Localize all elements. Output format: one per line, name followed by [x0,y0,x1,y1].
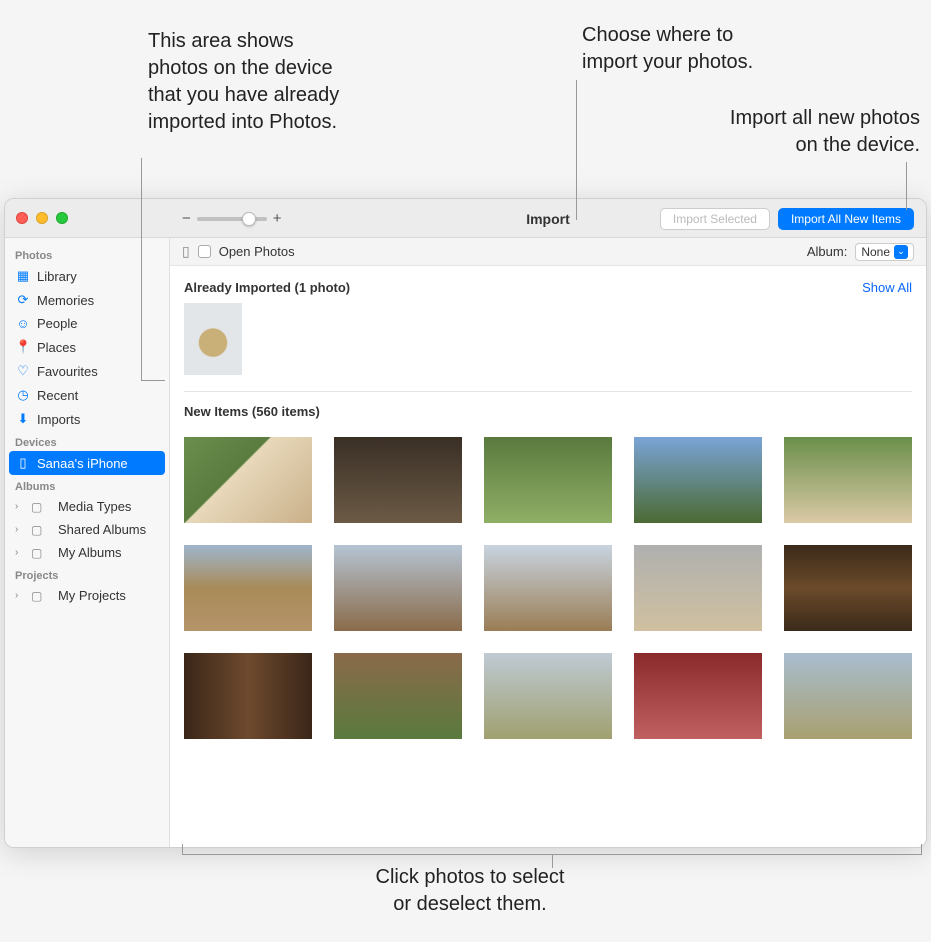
chevron-down-icon: ⌄ [894,245,908,259]
photo-thumb[interactable] [634,437,762,523]
sidebar-item-label: Imports [37,412,80,427]
chevron-right-icon: › [15,590,23,601]
sidebar-item-library[interactable]: ▦ Library [5,264,169,288]
zoom-out-icon[interactable]: − [182,210,191,227]
folder-icon: ▢ [31,546,42,560]
sidebar-item-mediatypes[interactable]: › ▢ Media Types [5,495,169,518]
new-items-header: New Items (560 items) [184,398,912,427]
minimize-button[interactable] [36,212,48,224]
photo-thumb[interactable] [334,653,462,739]
sidebar-item-label: Favourites [37,364,98,379]
zoom-in-icon[interactable]: + [273,210,282,227]
sidebar-section-photos: Photos [5,244,169,264]
photo-thumb[interactable] [484,437,612,523]
photo-thumb[interactable] [784,653,912,739]
zoom-slider-group: − + [182,210,282,227]
sidebar-item-myprojects[interactable]: › ▢ My Projects [5,584,169,607]
sidebar-item-label: Recent [37,388,78,403]
photo-thumb[interactable] [634,653,762,739]
folder-icon: ▢ [31,523,42,537]
photo-thumb[interactable] [334,545,462,631]
already-imported-header: Already Imported (1 photo) Show All [184,274,912,303]
sidebar-section-projects: Projects [5,564,169,584]
photo-thumb[interactable] [184,545,312,631]
new-items-title: New Items (560 items) [184,404,320,419]
places-icon: 📍 [15,339,31,355]
chevron-right-icon: › [15,501,23,512]
sidebar-item-places[interactable]: 📍 Places [5,335,169,359]
download-icon: ⬇ [15,411,31,427]
callout-select: Click photos to select or deselect them. [310,864,630,918]
sidebar-section-albums: Albums [5,475,169,495]
already-imported-title: Already Imported (1 photo) [184,280,350,295]
sidebar-item-device[interactable]: ▯ Sanaa's iPhone [9,451,165,475]
import-all-button[interactable]: Import All New Items [778,208,914,230]
photo-thumb[interactable] [634,545,762,631]
folder-icon: ▢ [31,500,42,514]
chevron-right-icon: › [15,547,23,558]
photo-thumb[interactable] [484,653,612,739]
toolbar: − + Import Import Selected Import All Ne… [170,199,926,238]
phone-icon: ▯ [15,455,31,471]
main-content: ▯ Open Photos Album: None ⌄ Already Impo… [170,238,926,847]
sidebar-item-label: Memories [37,293,94,308]
imported-photo-thumb[interactable] [184,303,242,375]
album-select[interactable]: None ⌄ [855,243,914,261]
folder-icon: ▢ [31,589,42,603]
clock-icon: ◷ [15,387,31,403]
sidebar-item-myalbums[interactable]: › ▢ My Albums [5,541,169,564]
sidebar-item-sharedalbums[interactable]: › ▢ Shared Albums [5,518,169,541]
chevron-right-icon: › [15,524,23,535]
memories-icon: ⟳ [15,292,31,308]
open-photos-checkbox[interactable] [198,245,211,258]
new-items-grid [184,427,912,739]
album-select-value: None [861,245,890,259]
library-icon: ▦ [15,268,31,284]
photo-thumb[interactable] [784,545,912,631]
sidebar-item-label: My Albums [58,545,122,560]
album-label: Album: [807,244,847,259]
zoom-slider[interactable] [197,217,267,221]
toolbar-title: Import [526,211,570,227]
close-button[interactable] [16,212,28,224]
sidebar-item-label: Sanaa's iPhone [37,456,128,471]
show-all-link[interactable]: Show All [862,280,912,295]
photo-thumb[interactable] [184,437,312,523]
sidebar-item-memories[interactable]: ⟳ Memories [5,288,169,312]
sidebar-section-devices: Devices [5,431,169,451]
sidebar-item-people[interactable]: ☺ People [5,312,169,335]
sidebar-item-label: Shared Albums [58,522,146,537]
device-icon: ▯ [182,243,190,260]
callout-choose-where: Choose where to import your photos. [582,22,812,76]
section-divider [184,391,912,392]
import-options-bar: ▯ Open Photos Album: None ⌄ [170,238,926,266]
photo-thumb[interactable] [784,437,912,523]
open-photos-label: Open Photos [219,244,295,259]
callout-import-all: Import all new photos on the device. [630,105,920,159]
callout-already-imported: This area shows photos on the device tha… [148,28,448,136]
sidebar: Photos ▦ Library ⟳ Memories ☺ People 📍 Place… [5,238,170,847]
sidebar-item-label: Library [37,269,77,284]
sidebar-item-recent[interactable]: ◷ Recent [5,383,169,407]
fullscreen-button[interactable] [56,212,68,224]
photo-thumb[interactable] [484,545,612,631]
sidebar-item-label: People [37,316,77,331]
import-selected-button[interactable]: Import Selected [660,208,770,230]
sidebar-item-label: Places [37,340,76,355]
photo-thumb[interactable] [334,437,462,523]
sidebar-item-label: Media Types [58,499,131,514]
photos-app-window: − + Import Import Selected Import All Ne… [4,198,927,848]
window-controls [16,212,68,224]
heart-icon: ♡ [15,363,31,379]
photo-thumb[interactable] [184,653,312,739]
sidebar-item-imports[interactable]: ⬇ Imports [5,407,169,431]
people-icon: ☺ [15,316,31,331]
photo-scroll-area[interactable]: Already Imported (1 photo) Show All New … [170,266,926,847]
sidebar-item-label: My Projects [58,588,126,603]
